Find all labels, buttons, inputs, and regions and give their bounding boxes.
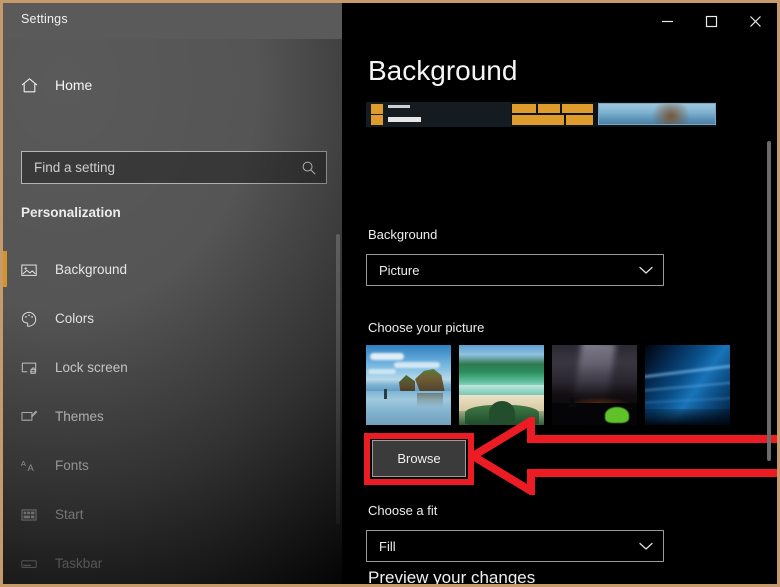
settings-window: Settings Home Find a setting Personaliza… bbox=[0, 0, 780, 587]
preview-wallpaper bbox=[598, 103, 716, 125]
fit-dropdown-value: Fill bbox=[379, 538, 396, 554]
selection-indicator bbox=[3, 545, 7, 581]
sidebar-item-label: Lock screen bbox=[55, 360, 128, 375]
home-icon bbox=[3, 76, 55, 95]
sidebar-nav: Background Colors Lock screen Themes A A… bbox=[3, 245, 342, 584]
window-controls bbox=[645, 3, 777, 39]
selection-indicator bbox=[3, 496, 7, 532]
content-pane: Background Background Picture Choose you… bbox=[342, 39, 777, 584]
chevron-down-icon bbox=[629, 266, 663, 275]
red-arrow-pointing-to-browse bbox=[471, 417, 777, 495]
palette-icon bbox=[3, 310, 55, 328]
themes-icon bbox=[3, 408, 55, 426]
svg-text:A: A bbox=[28, 462, 35, 473]
preview-tile bbox=[371, 104, 383, 114]
title-bar: Settings bbox=[3, 3, 777, 39]
sidebar-item-lock-screen[interactable]: Lock screen bbox=[3, 343, 342, 392]
selection-indicator bbox=[3, 300, 7, 336]
selection-indicator bbox=[3, 398, 7, 434]
preview-tile-grid bbox=[511, 103, 594, 126]
start-icon bbox=[3, 506, 55, 524]
desktop-preview-strip bbox=[366, 102, 716, 127]
thumbnail-windows-hero[interactable] bbox=[645, 345, 730, 425]
maximize-icon bbox=[705, 15, 717, 27]
fonts-icon: A A bbox=[3, 457, 55, 475]
thumbnail-coastal-beach[interactable] bbox=[459, 345, 544, 425]
close-button[interactable] bbox=[733, 3, 777, 39]
sidebar-scrollbar[interactable] bbox=[336, 234, 340, 524]
sidebar-section-title: Personalization bbox=[21, 205, 121, 220]
fit-field-label: Choose a fit bbox=[368, 503, 438, 518]
thumbnail-beach-rock[interactable] bbox=[366, 345, 451, 425]
choose-picture-label: Choose your picture bbox=[368, 320, 485, 335]
sidebar-item-label: Themes bbox=[55, 409, 104, 424]
sidebar-item-background[interactable]: Background bbox=[3, 245, 342, 294]
sidebar-item-taskbar[interactable]: Taskbar bbox=[3, 539, 342, 584]
sidebar-item-start[interactable]: Start bbox=[3, 490, 342, 539]
search-icon[interactable] bbox=[292, 160, 326, 176]
image-icon bbox=[3, 261, 55, 279]
picture-thumbnails bbox=[366, 345, 730, 425]
background-dropdown-value: Picture bbox=[379, 262, 420, 278]
lock-screen-icon bbox=[3, 359, 55, 377]
close-icon bbox=[749, 15, 761, 27]
search-input[interactable] bbox=[22, 160, 292, 175]
preview-tile bbox=[371, 115, 383, 125]
sidebar-item-label: Colors bbox=[55, 311, 95, 326]
preview-changes-label: Preview your changes bbox=[368, 568, 536, 584]
minimize-icon bbox=[661, 20, 673, 22]
selection-indicator bbox=[3, 251, 7, 287]
svg-text:A: A bbox=[21, 459, 27, 468]
sidebar-item-themes[interactable]: Themes bbox=[3, 392, 342, 441]
chevron-down-icon bbox=[629, 542, 663, 551]
search-box[interactable] bbox=[21, 151, 327, 184]
page-title: Background bbox=[368, 55, 518, 86]
sidebar-item-label: Taskbar bbox=[55, 556, 103, 571]
selection-indicator bbox=[3, 349, 7, 385]
sidebar-item-colors[interactable]: Colors bbox=[3, 294, 342, 343]
background-dropdown[interactable]: Picture bbox=[366, 254, 664, 286]
minimize-button[interactable] bbox=[645, 3, 689, 39]
maximize-button[interactable] bbox=[689, 3, 733, 39]
sidebar-item-label: Background bbox=[55, 262, 128, 277]
fit-dropdown[interactable]: Fill bbox=[366, 530, 664, 562]
sidebar-item-label: Start bbox=[55, 507, 84, 522]
sidebar: Home Personalization bbox=[3, 39, 342, 584]
sidebar-item-label: Fonts bbox=[55, 458, 89, 473]
browse-button[interactable]: Browse bbox=[372, 440, 466, 477]
background-field-label: Background bbox=[368, 227, 438, 242]
sidebar-home-label: Home bbox=[55, 77, 93, 93]
thumbnail-night-sky[interactable] bbox=[552, 345, 637, 425]
taskbar-icon bbox=[3, 555, 55, 573]
preview-line bbox=[388, 105, 410, 108]
sidebar-item-fonts[interactable]: A A Fonts bbox=[3, 441, 342, 490]
window-title: Settings bbox=[21, 12, 68, 26]
sidebar-item-home[interactable]: Home bbox=[3, 67, 342, 103]
selection-indicator bbox=[3, 447, 7, 483]
preview-line bbox=[388, 117, 421, 122]
content-scrollbar[interactable] bbox=[767, 141, 771, 461]
